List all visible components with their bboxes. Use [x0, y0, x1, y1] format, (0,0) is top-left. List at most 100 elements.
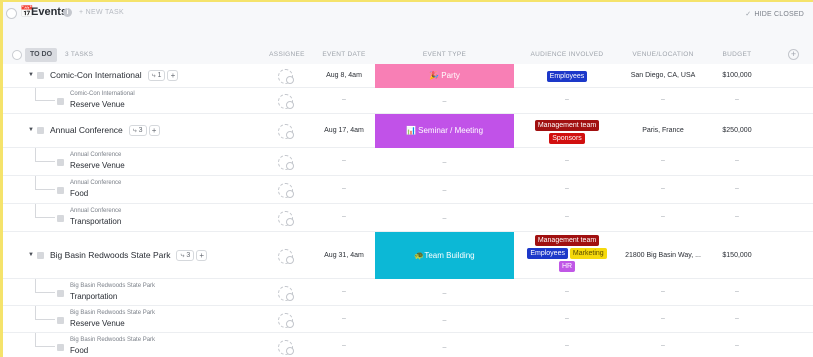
venue-location[interactable]: –	[618, 288, 708, 295]
budget-value[interactable]: –	[708, 315, 766, 322]
budget-value[interactable]: –	[708, 288, 766, 295]
subtask-name[interactable]: Transportation	[70, 217, 121, 226]
assignee-avatar-placeholder[interactable]	[278, 69, 294, 84]
task-name[interactable]: Comic-Con International ⤷ 1 +	[50, 70, 179, 82]
event-date[interactable]: –	[313, 213, 375, 220]
event-date[interactable]: Aug 17, 4am	[313, 127, 375, 134]
subtask-status-square[interactable]	[57, 343, 64, 351]
event-date[interactable]: –	[313, 185, 375, 192]
budget-value[interactable]: $150,000	[708, 252, 766, 259]
subtask-status-square[interactable]	[57, 159, 64, 166]
subtask-row[interactable]: Comic-Con International Reserve Venue – – – –…	[3, 88, 813, 114]
venue-location[interactable]: Paris, France	[618, 127, 708, 134]
info-icon[interactable]: i	[63, 8, 72, 17]
new-task-button[interactable]: + NEW TASK	[79, 9, 124, 16]
subtask-status-square[interactable]	[57, 289, 64, 297]
audience-cell[interactable]: –	[515, 157, 619, 164]
event-date[interactable]: –	[313, 288, 375, 295]
budget-value[interactable]: $100,000	[708, 72, 766, 79]
expand-caret-icon[interactable]: ▼	[28, 72, 34, 78]
audience-cell[interactable]: –	[515, 213, 619, 220]
budget-value[interactable]: –	[708, 96, 766, 103]
venue-location[interactable]: San Diego, CA, USA	[618, 72, 708, 79]
subtask-name[interactable]: Reserve Venue	[70, 100, 125, 109]
event-type-cell[interactable]: –	[375, 96, 514, 105]
venue-location[interactable]: –	[618, 185, 708, 192]
status-badge[interactable]: TO DO	[25, 48, 57, 62]
subtask-row[interactable]: Annual Conference Transportation – – – – –	[3, 204, 813, 232]
event-type-cell[interactable]: –	[375, 315, 514, 324]
event-date[interactable]: –	[313, 157, 375, 164]
column-header-assignee[interactable]: ASSIGNEE	[265, 51, 309, 58]
subtask-status-square[interactable]	[57, 98, 64, 105]
subtask-name[interactable]: Food	[70, 189, 88, 198]
event-date[interactable]: Aug 8, 4am	[313, 72, 375, 79]
expand-caret-icon[interactable]: ▼	[28, 127, 34, 133]
budget-value[interactable]: –	[708, 342, 766, 349]
assignee-avatar-placeholder[interactable]	[278, 312, 294, 328]
add-subtask-button[interactable]: +	[167, 70, 179, 82]
expand-caret-icon[interactable]: ▼	[28, 252, 34, 258]
assignee-avatar-placeholder[interactable]	[278, 183, 294, 198]
assignee-avatar-placeholder[interactable]	[278, 94, 294, 109]
assignee-avatar-placeholder[interactable]	[278, 124, 294, 139]
audience-cell[interactable]: Management team Employees Marketing HR	[515, 234, 619, 273]
subtask-row[interactable]: Annual Conference Food – – – – –	[3, 176, 813, 204]
event-type-cell[interactable]: –	[375, 213, 514, 222]
column-header-event-date[interactable]: EVENT DATE	[313, 51, 375, 58]
add-subtask-button[interactable]: +	[196, 249, 208, 261]
subtask-name[interactable]: Tranportation	[70, 292, 117, 301]
audience-cell[interactable]: Management team Sponsors	[515, 119, 619, 145]
task-name[interactable]: Annual Conference ⤷ 3 +	[50, 125, 160, 137]
venue-location[interactable]: –	[618, 342, 708, 349]
add-subtask-button[interactable]: +	[148, 125, 160, 137]
event-type-cell[interactable]: –	[375, 342, 514, 351]
budget-value[interactable]: –	[708, 185, 766, 192]
event-type-cell[interactable]: –	[375, 288, 514, 297]
venue-location[interactable]: –	[618, 96, 708, 103]
subtask-count-badge[interactable]: ⤷ 3	[176, 249, 195, 261]
audience-cell[interactable]: –	[515, 342, 619, 349]
venue-location[interactable]: –	[618, 157, 708, 164]
task-row[interactable]: ▼ Comic-Con International ⤷ 1 + Aug 8, 4am 🎉 …	[3, 64, 813, 88]
subtask-count-badge[interactable]: ⤷ 1	[147, 70, 166, 82]
subtask-status-square[interactable]	[57, 215, 64, 222]
audience-cell[interactable]: Employees	[515, 70, 619, 83]
audience-cell[interactable]: –	[515, 96, 619, 103]
assignee-avatar-placeholder[interactable]	[278, 155, 294, 170]
hide-closed-toggle[interactable]: ✓ HIDE CLOSED	[745, 10, 804, 18]
event-type-cell[interactable]: 🎉 Party	[375, 64, 514, 88]
column-header-venue[interactable]: VENUE/LOCATION	[618, 51, 708, 58]
add-column-button[interactable]: +	[788, 49, 799, 60]
budget-value[interactable]: –	[708, 157, 766, 164]
audience-cell[interactable]: –	[515, 288, 619, 295]
event-date[interactable]: Aug 31, 4am	[313, 252, 375, 259]
venue-location[interactable]: –	[618, 213, 708, 220]
task-row[interactable]: ▼ Annual Conference ⤷ 3 + Aug 17, 4am 📊 Semin…	[3, 114, 813, 148]
budget-value[interactable]: $250,000	[708, 127, 766, 134]
event-date[interactable]: –	[313, 96, 375, 103]
subtask-status-square[interactable]	[57, 187, 64, 194]
event-date[interactable]: –	[313, 315, 375, 322]
venue-location[interactable]: –	[618, 315, 708, 322]
task-row[interactable]: ▼ Big Basin Redwoods State Park ⤷ 3 + Aug 31…	[3, 232, 813, 279]
subtask-row[interactable]: Big Basin Redwoods State Park Food – – – – –	[3, 333, 813, 357]
subtask-name[interactable]: Food	[70, 346, 88, 355]
subtask-row[interactable]: Big Basin Redwoods State Park Reserve Ven…	[3, 306, 813, 333]
assignee-avatar-placeholder[interactable]	[278, 248, 294, 264]
venue-location[interactable]: 21800 Big Basin Way, ...	[618, 252, 708, 259]
column-header-budget[interactable]: BUDGET	[708, 51, 766, 58]
subtask-row[interactable]: Annual Conference Reserve Venue – – – – –	[3, 148, 813, 176]
assignee-avatar-placeholder[interactable]	[278, 285, 294, 301]
subtask-count-badge[interactable]: ⤷ 3	[128, 125, 147, 137]
task-name[interactable]: Big Basin Redwoods State Park ⤷ 3 +	[50, 249, 208, 261]
event-type-cell[interactable]: –	[375, 157, 514, 166]
collapse-list-toggle[interactable]	[6, 8, 17, 19]
event-date[interactable]: –	[313, 342, 375, 349]
subtask-name[interactable]: Reserve Venue	[70, 319, 125, 328]
column-header-audience[interactable]: AUDIENCE INVOLVED	[515, 51, 619, 58]
task-status-square[interactable]	[37, 72, 44, 79]
subtask-row[interactable]: Big Basin Redwoods State Park Tranportati…	[3, 279, 813, 306]
subtask-status-square[interactable]	[57, 316, 64, 324]
event-type-cell[interactable]: –	[375, 185, 514, 194]
